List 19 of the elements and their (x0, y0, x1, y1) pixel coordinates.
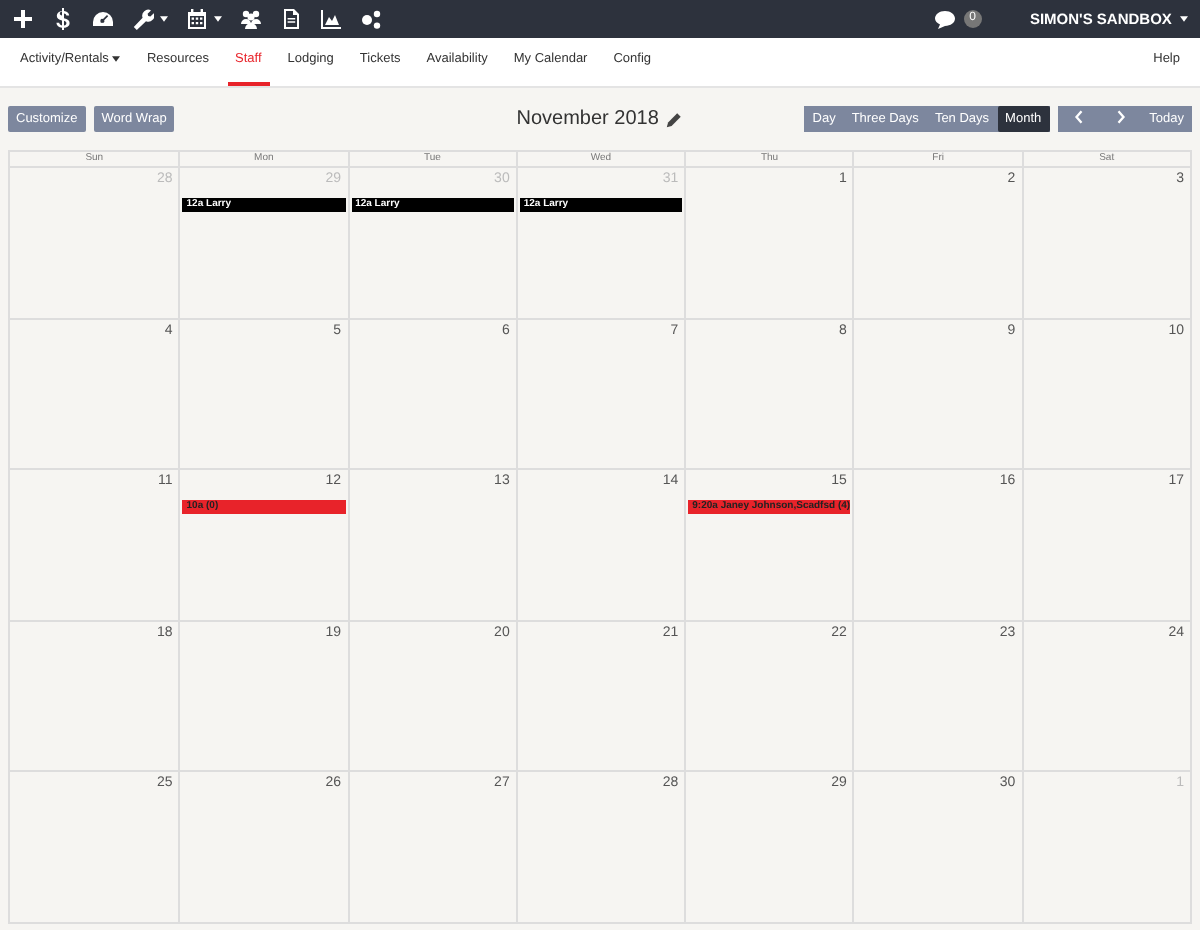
document-icon[interactable] (280, 8, 302, 30)
caret-icon (1180, 16, 1188, 23)
calendar-icon (186, 8, 208, 30)
calendar-menu-button[interactable] (186, 8, 222, 30)
wrench-icon (132, 8, 154, 30)
chevron-right-icon (1115, 110, 1126, 125)
caret-icon (214, 16, 222, 22)
edit-icon[interactable] (666, 111, 683, 127)
calendar-title: November 2018 (516, 106, 659, 134)
dollar-icon[interactable] (52, 8, 74, 30)
gauge-icon[interactable] (92, 8, 114, 30)
chart-icon[interactable] (320, 8, 342, 30)
plus-icon[interactable] (12, 8, 34, 30)
chat-icon[interactable] (933, 9, 956, 29)
wrench-menu-button[interactable] (132, 8, 168, 30)
people-icon[interactable] (240, 8, 262, 30)
chevron-left-icon (1073, 110, 1084, 125)
caret-icon (112, 55, 121, 62)
caret-icon (160, 16, 168, 22)
